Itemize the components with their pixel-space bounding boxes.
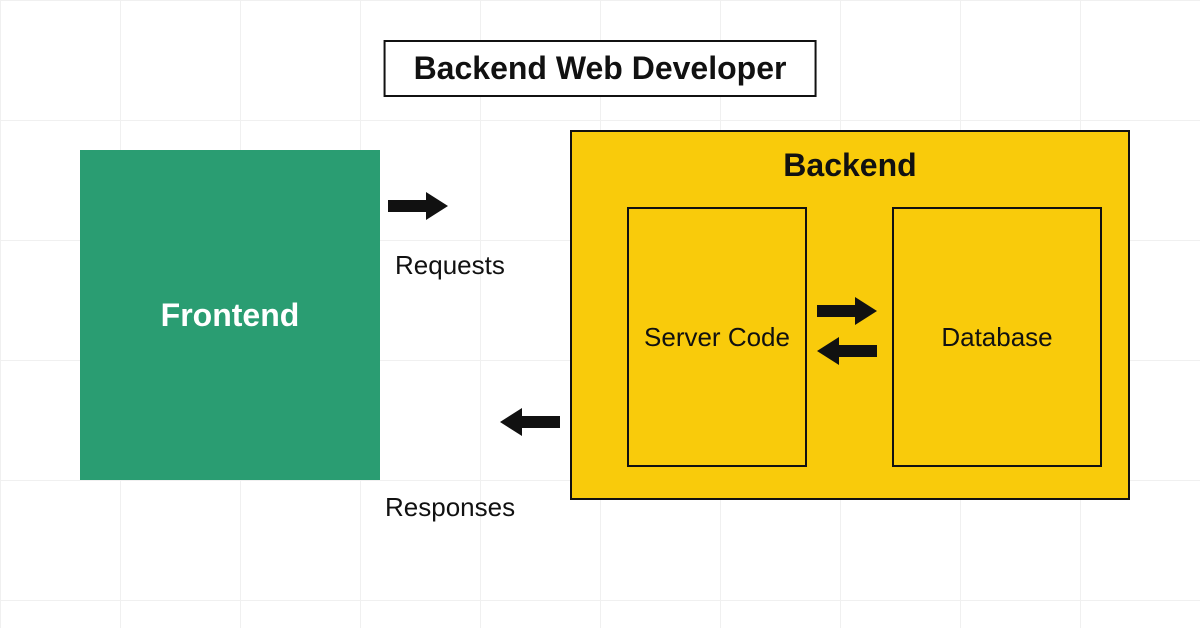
database-label: Database bbox=[941, 322, 1052, 353]
server-code-box: Server Code bbox=[627, 207, 807, 467]
arrow-right-icon bbox=[388, 192, 448, 220]
diagram: Backend Web Developer Frontend Backend S… bbox=[0, 0, 1200, 628]
database-box: Database bbox=[892, 207, 1102, 467]
server-code-label: Server Code bbox=[644, 321, 790, 354]
arrow-left-icon bbox=[817, 337, 877, 365]
backend-box: Backend Server Code Database bbox=[570, 130, 1130, 500]
responses-label: Responses bbox=[385, 492, 515, 523]
backend-label: Backend bbox=[572, 147, 1128, 184]
frontend-label: Frontend bbox=[161, 297, 300, 334]
frontend-box: Frontend bbox=[80, 150, 380, 480]
diagram-title: Backend Web Developer bbox=[384, 40, 817, 97]
arrow-right-icon bbox=[817, 297, 877, 325]
diagram-title-text: Backend Web Developer bbox=[414, 50, 787, 86]
requests-label: Requests bbox=[395, 250, 505, 281]
arrow-left-icon bbox=[500, 408, 560, 436]
